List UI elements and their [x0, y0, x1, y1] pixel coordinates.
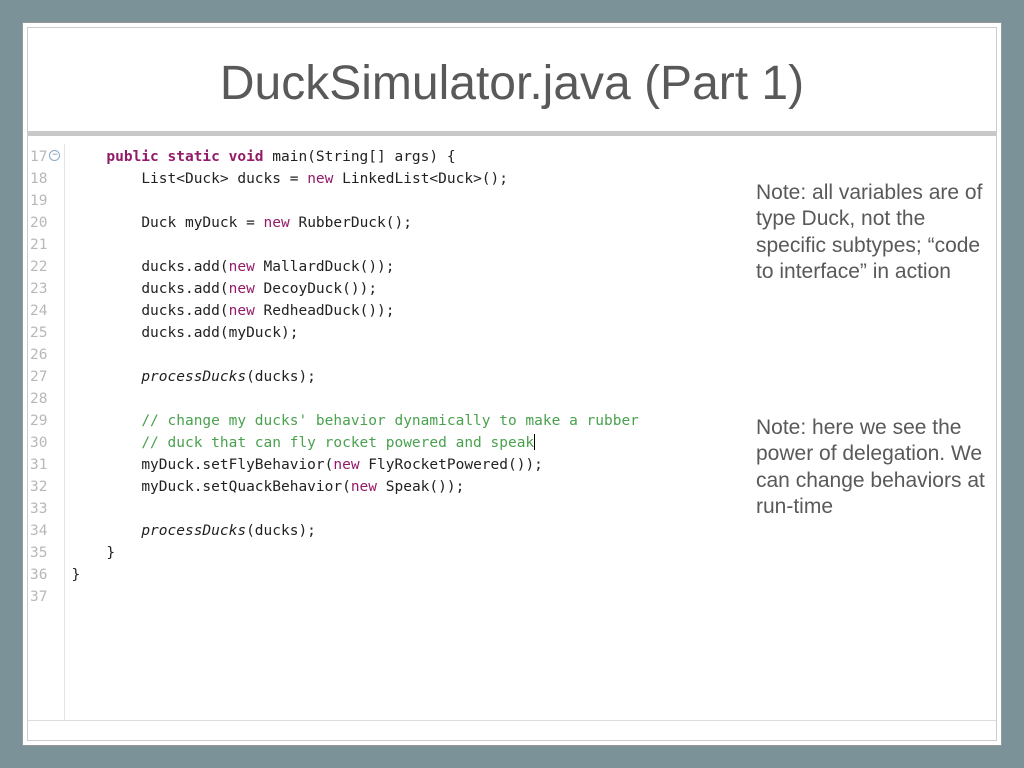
line-number: 21 [30, 234, 47, 256]
code-token: myDuck.setQuackBehavior( [141, 479, 351, 495]
code-line: processDucks(ducks); [71, 520, 744, 542]
code-line: // change my ducks' behavior dynamically… [71, 410, 744, 432]
code-token: ducks.add( [141, 303, 228, 319]
code-line: myDuck.setFlyBehavior(new FlyRocketPower… [71, 454, 744, 476]
code-line: } [71, 564, 744, 586]
code-line: ducks.add(new MallardDuck()); [71, 256, 744, 278]
line-number: 24 [30, 300, 47, 322]
code-editor: 17−1819202122232425262728293031323334353… [28, 144, 744, 720]
code-token: new [229, 259, 255, 275]
note-variables: Note: all variables are of type Duck, no… [756, 180, 990, 285]
code-line: ducks.add(new DecoyDuck()); [71, 278, 744, 300]
line-number: 23 [30, 278, 47, 300]
code-token: LinkedList<Duck>(); [333, 171, 508, 187]
code-token: main(String[] args) { [264, 149, 456, 165]
line-number: 37 [30, 586, 47, 608]
code-token: MallardDuck()); [255, 259, 395, 275]
line-number: 27 [30, 366, 47, 388]
code-token: ducks.add(myDuck); [141, 325, 298, 341]
code-line [71, 586, 744, 608]
line-number: 32 [30, 476, 47, 498]
line-number: 18 [30, 168, 47, 190]
code-line [71, 234, 744, 256]
code-token: (ducks); [246, 369, 316, 385]
code-token: Speak()); [377, 479, 464, 495]
line-number: 30 [30, 432, 47, 454]
title-divider [28, 131, 996, 136]
code-token: new [333, 457, 359, 473]
code-token: RubberDuck(); [290, 215, 412, 231]
line-number: 34 [30, 520, 47, 542]
slide-inner: DuckSimulator.java (Part 1) 17−181920212… [27, 27, 997, 741]
code-token: public static void [106, 149, 263, 165]
code-line: myDuck.setQuackBehavior(new Speak()); [71, 476, 744, 498]
line-number: 33 [30, 498, 47, 520]
code-token: // duck that can fly rocket powered and … [141, 435, 534, 451]
title-area: DuckSimulator.java (Part 1) [28, 28, 996, 131]
code-line: ducks.add(myDuck); [71, 322, 744, 344]
code-token: ducks.add( [141, 281, 228, 297]
code-token: (ducks); [246, 523, 316, 539]
slide-title: DuckSimulator.java (Part 1) [48, 56, 976, 111]
line-number-gutter: 17−1819202122232425262728293031323334353… [28, 144, 51, 720]
code-token: Duck myDuck = [141, 215, 263, 231]
line-number: 31 [30, 454, 47, 476]
line-number: 17− [30, 146, 47, 168]
code-token: new [307, 171, 333, 187]
code-line: ducks.add(new RedheadDuck()); [71, 300, 744, 322]
code-token: FlyRocketPowered()); [360, 457, 543, 473]
code-line: Duck myDuck = new RubberDuck(); [71, 212, 744, 234]
code-line [71, 344, 744, 366]
line-number: 35 [30, 542, 47, 564]
gutter-border [51, 144, 65, 720]
line-number: 29 [30, 410, 47, 432]
code-token: DecoyDuck()); [255, 281, 377, 297]
line-number: 28 [30, 388, 47, 410]
line-number: 36 [30, 564, 47, 586]
code-line: // duck that can fly rocket powered and … [71, 432, 744, 454]
code-line: processDucks(ducks); [71, 366, 744, 388]
code-token: RedheadDuck()); [255, 303, 395, 319]
line-number: 26 [30, 344, 47, 366]
code-token: processDucks [141, 523, 246, 539]
text-caret [534, 434, 535, 450]
line-number: 19 [30, 190, 47, 212]
code-token: ducks.add( [141, 259, 228, 275]
code-token: List<Duck> ducks = [141, 171, 307, 187]
line-number: 25 [30, 322, 47, 344]
code-token: processDucks [141, 369, 246, 385]
code-line [71, 190, 744, 212]
code-token: } [71, 567, 80, 583]
code-body: public static void main(String[] args) {… [65, 144, 744, 720]
code-token: // change my ducks' behavior dynamically… [141, 413, 639, 429]
code-line [71, 388, 744, 410]
code-token: new [264, 215, 290, 231]
footer-divider [28, 720, 996, 740]
code-line: List<Duck> ducks = new LinkedList<Duck>(… [71, 168, 744, 190]
line-number: 20 [30, 212, 47, 234]
content-row: 17−1819202122232425262728293031323334353… [28, 144, 996, 720]
code-line [71, 498, 744, 520]
code-token: new [229, 303, 255, 319]
line-number: 22 [30, 256, 47, 278]
annotation-column: Note: all variables are of type Duck, no… [744, 144, 996, 720]
code-token: myDuck.setFlyBehavior( [141, 457, 333, 473]
code-line: public static void main(String[] args) { [71, 146, 744, 168]
slide-frame: DuckSimulator.java (Part 1) 17−181920212… [22, 22, 1002, 746]
code-token: new [351, 479, 377, 495]
code-token: new [229, 281, 255, 297]
note-delegation: Note: here we see the power of delegatio… [756, 415, 990, 520]
code-token: } [106, 545, 115, 561]
code-line: } [71, 542, 744, 564]
